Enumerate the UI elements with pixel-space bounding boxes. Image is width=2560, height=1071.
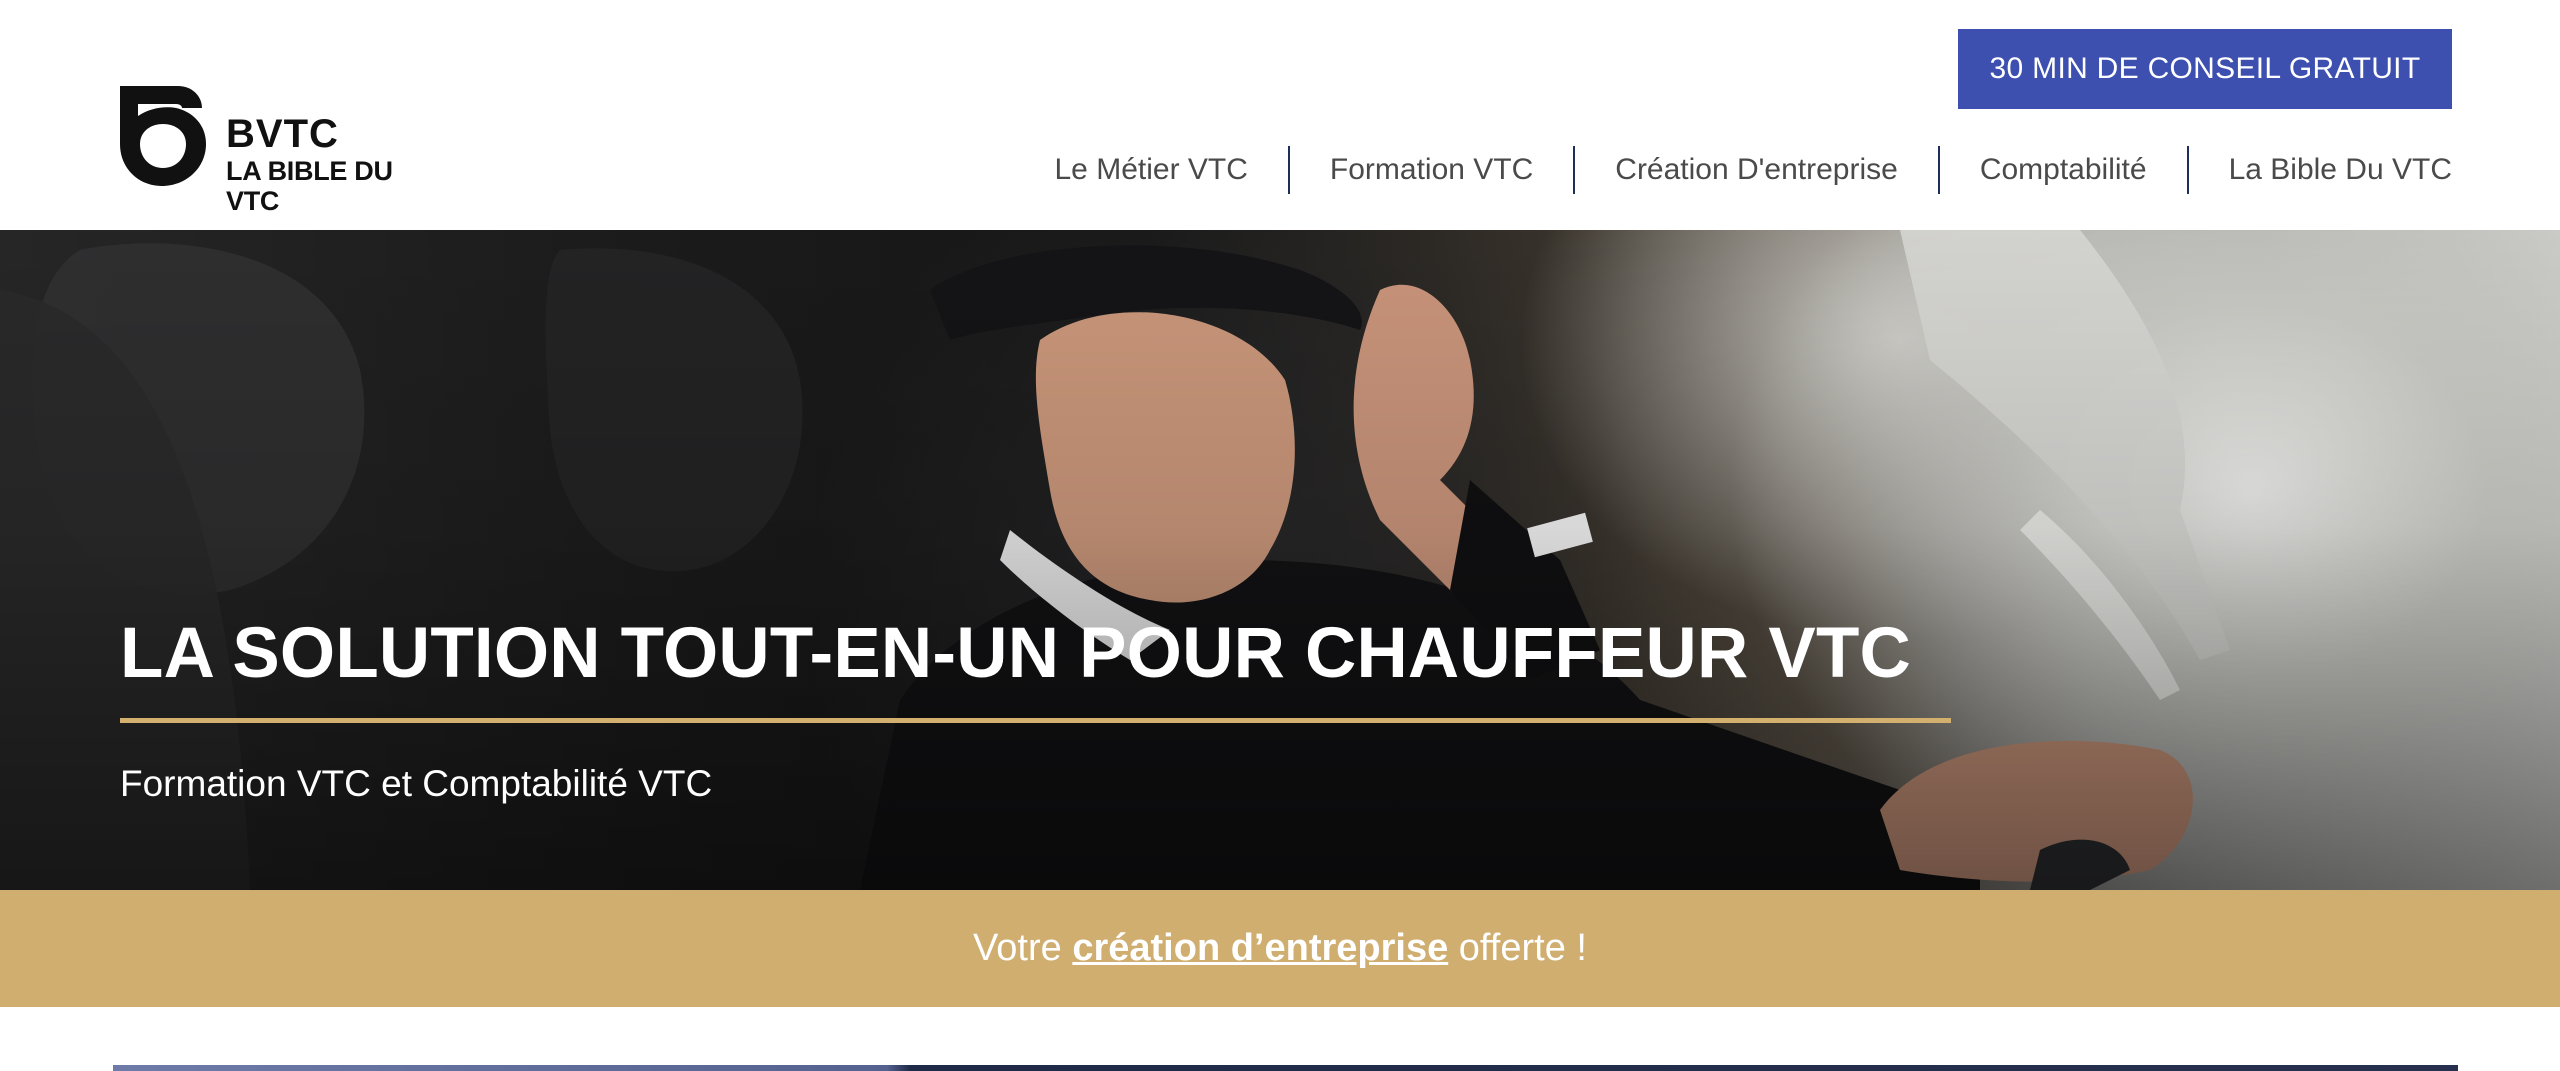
offer-banner-text: Votre création d’entreprise offerte ! (973, 927, 1587, 970)
logo-text: BVTC LA BIBLE DU VTC (226, 114, 450, 216)
nav-item-comptabilite[interactable]: Comptabilité (1940, 145, 2187, 195)
hero-title: LA SOLUTION TOUT-EN-UN POUR CHAUFFEUR VT… (120, 614, 1912, 693)
bvtc-b-logo-icon (120, 86, 206, 186)
next-section-edge (113, 1065, 2458, 1071)
site-logo[interactable]: BVTC LA BIBLE DU VTC (120, 86, 450, 216)
hero-subtitle: Formation VTC et Comptabilité VTC (120, 763, 713, 804)
offer-banner-suffix: offerte ! (1448, 927, 1587, 969)
free-consultation-button[interactable]: 30 MIN DE CONSEIL GRATUIT (1958, 29, 2452, 109)
hero-divider (120, 718, 1951, 723)
creation-entreprise-link[interactable]: création d’entreprise (1072, 927, 1448, 969)
logo-tagline: LA BIBLE DU VTC (226, 156, 393, 216)
offer-banner-prefix: Votre (973, 927, 1073, 969)
hero-section: LA SOLUTION TOUT-EN-UN POUR CHAUFFEUR VT… (0, 230, 2560, 890)
offer-banner: Votre création d’entreprise offerte ! (0, 890, 2560, 1007)
nav-item-formation-vtc[interactable]: Formation VTC (1290, 145, 1573, 195)
main-nav: Le Métier VTC Formation VTC Création D'e… (1015, 145, 2452, 195)
site-header: BVTC LA BIBLE DU VTC 30 MIN DE CONSEIL G… (0, 0, 2560, 230)
nav-item-bible-vtc[interactable]: La Bible Du VTC (2189, 145, 2452, 195)
nav-item-creation-entreprise[interactable]: Création D'entreprise (1575, 145, 1938, 195)
logo-name: BVTC (226, 112, 339, 156)
nav-item-metier-vtc[interactable]: Le Métier VTC (1015, 145, 1288, 195)
